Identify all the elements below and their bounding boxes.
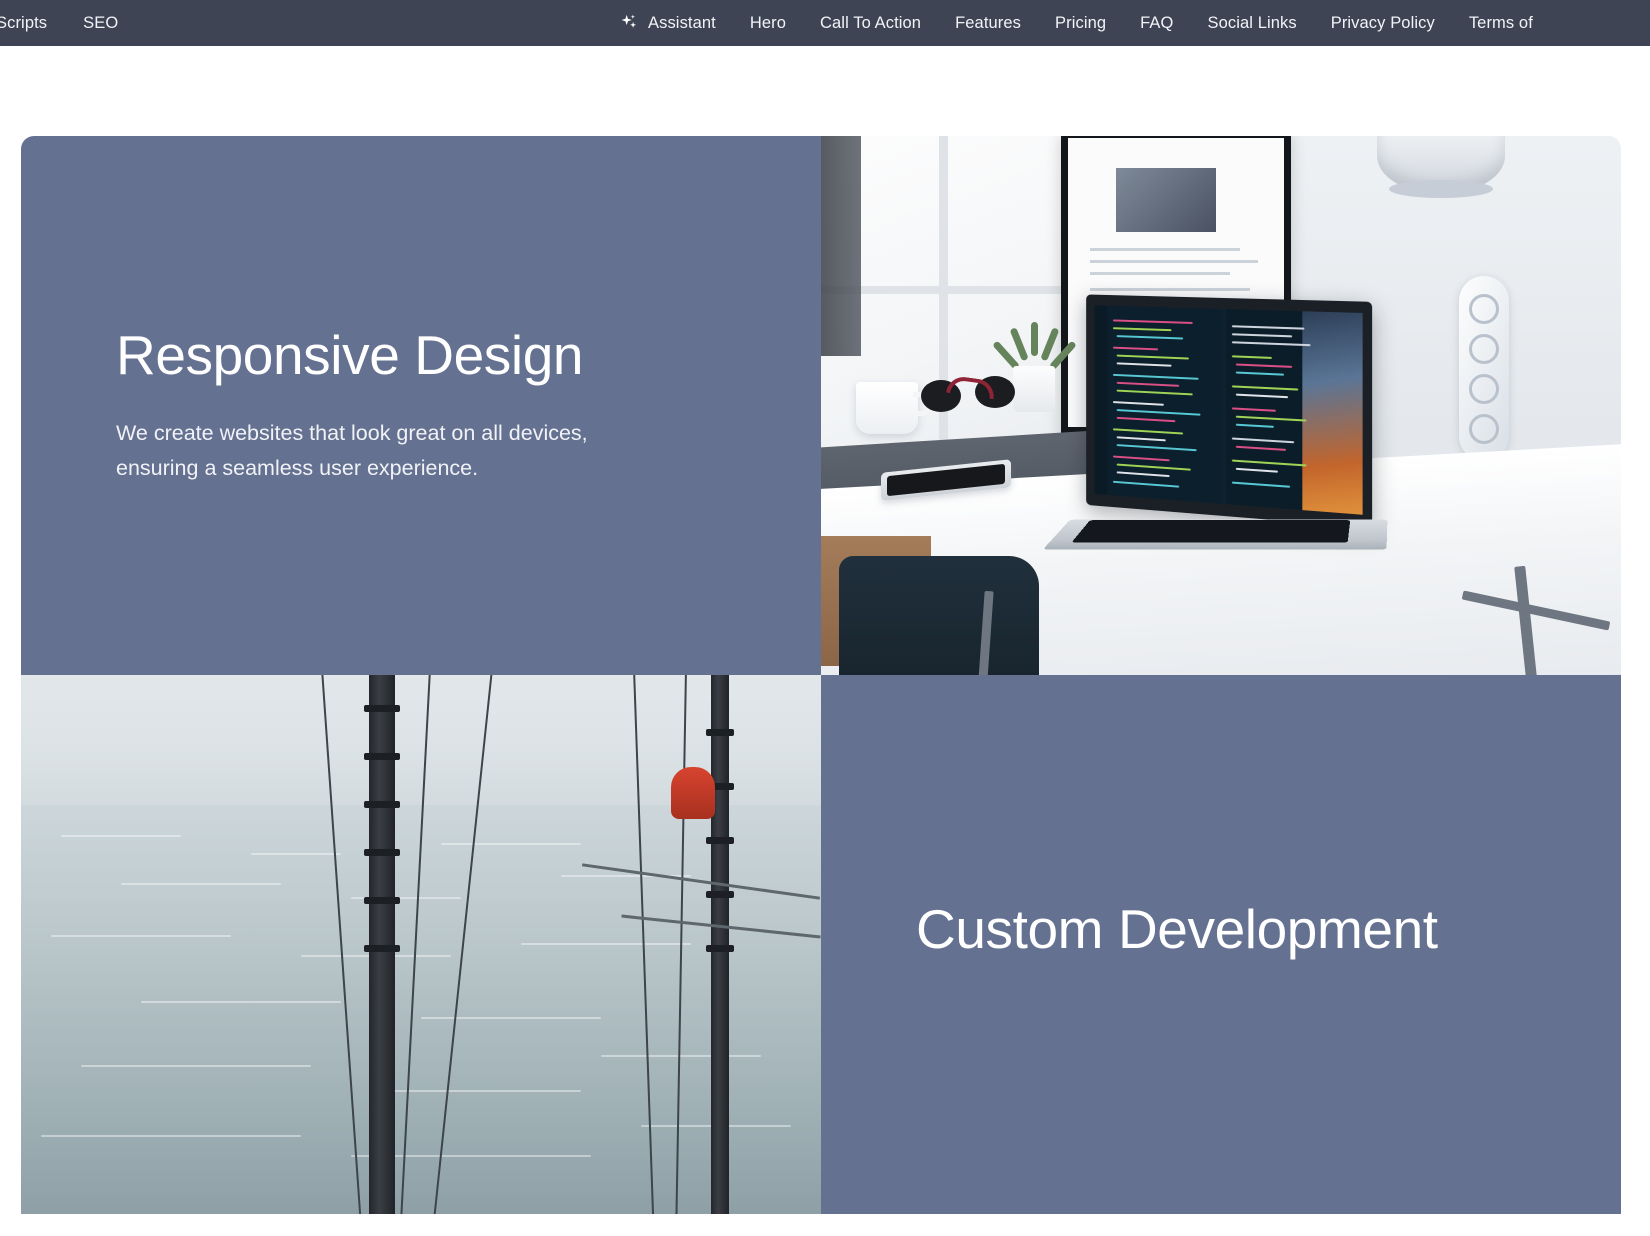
nav-item-pricing[interactable]: Pricing (1055, 0, 1106, 46)
page-title: Responsive Design (116, 325, 726, 387)
photo-headphones (921, 374, 999, 408)
image-foggy-sea (21, 675, 821, 1214)
card-custom-development-title: Custom Development (916, 899, 1526, 961)
nav-item-social-links[interactable]: Social Links (1207, 0, 1296, 46)
nav-item-assistant-label: Assistant (648, 0, 716, 46)
nav-item-seo[interactable]: SEO (83, 0, 118, 46)
sparkle-icon (619, 13, 639, 33)
photo-glass-object (1459, 276, 1509, 461)
photo-monitor-thumbnail (1116, 168, 1216, 232)
photo-laptop-lid (1086, 294, 1372, 528)
photo-plant-pot (1013, 366, 1055, 412)
nav-item-scripts[interactable]: Scripts (0, 0, 47, 46)
nav-item-privacy-policy[interactable]: Privacy Policy (1331, 0, 1435, 46)
top-navigation-bar: Scripts SEO Assistant Hero Call To Actio… (0, 0, 1650, 46)
photo-life-buoy (671, 767, 715, 819)
nav-item-faq[interactable]: FAQ (1140, 0, 1173, 46)
image-desk-workspace (821, 136, 1621, 675)
photo-sea-water (21, 805, 821, 1214)
nav-item-terms-of[interactable]: Terms of (1469, 0, 1533, 46)
photo-plant (1007, 320, 1063, 372)
photo-chair (839, 556, 1039, 675)
photo-coffee-cup (856, 382, 918, 434)
photo-laptop-keyboard (1072, 520, 1351, 542)
nav-item-hero[interactable]: Hero (750, 0, 786, 46)
card-responsive-design: Responsive Design We create websites tha… (21, 136, 821, 675)
card-custom-development: Custom Development (821, 675, 1621, 1214)
feature-grid: Responsive Design We create websites tha… (21, 136, 1621, 1236)
nav-left-group: Scripts SEO (0, 0, 118, 46)
nav-item-call-to-action[interactable]: Call To Action (820, 0, 921, 46)
nav-right-group: Assistant Hero Call To Action Features P… (619, 0, 1533, 46)
photo-laptop-wallpaper (1302, 311, 1362, 515)
page-content: Responsive Design We create websites tha… (0, 46, 1650, 825)
photo-blind (821, 136, 861, 356)
card-responsive-design-body: We create websites that look great on al… (116, 416, 646, 486)
photo-laptop-screen (1094, 305, 1362, 514)
nav-item-assistant[interactable]: Assistant (619, 0, 716, 46)
photo-pendant-lamp (1377, 136, 1505, 194)
nav-item-features[interactable]: Features (955, 0, 1021, 46)
photo-laptop (1079, 298, 1379, 548)
